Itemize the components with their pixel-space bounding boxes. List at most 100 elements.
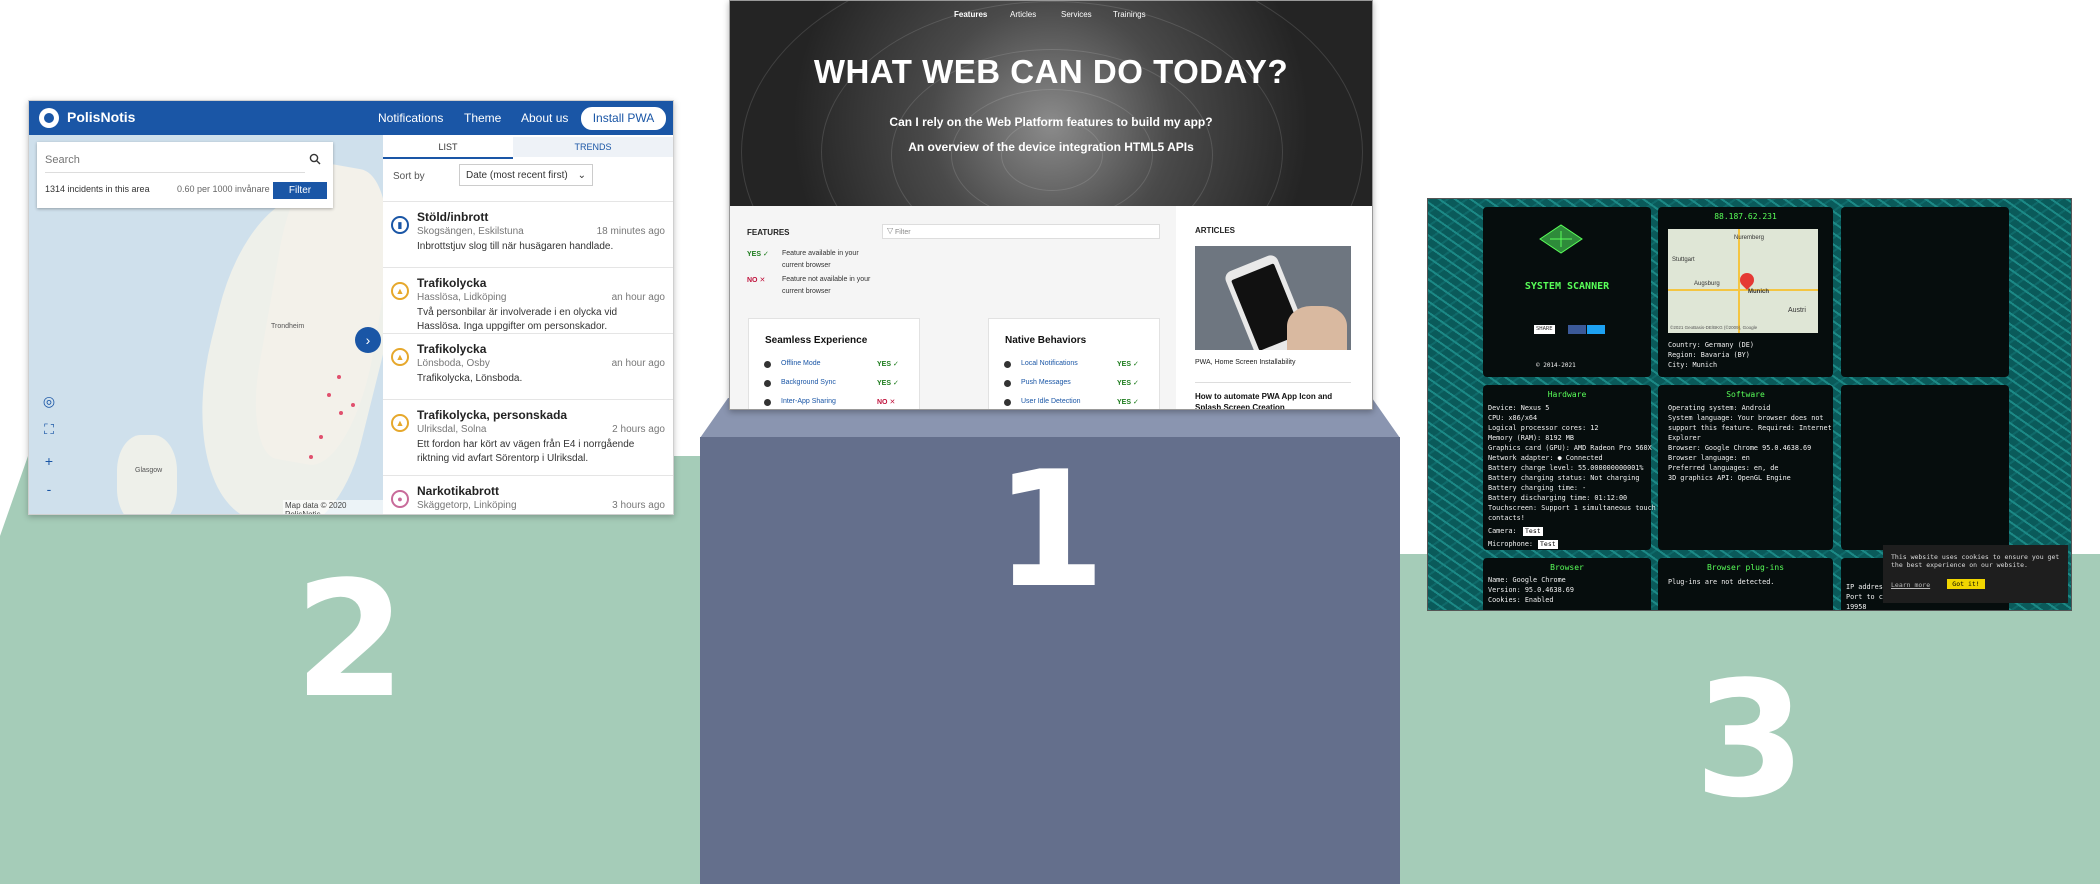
article-image[interactable]	[1195, 246, 1351, 350]
browser-line: Cookies: Enabled	[1488, 596, 1554, 604]
incident-title: Trafikolycka	[417, 342, 487, 356]
incident-description: Trafikolycka, Lönsboda.	[417, 373, 523, 384]
fullscreen-icon[interactable]: ⛶	[41, 421, 57, 437]
hand-image	[1287, 306, 1347, 350]
camera-test-button[interactable]: Test	[1523, 527, 1543, 536]
map-pin-icon	[1737, 270, 1757, 290]
hardware-line: Battery charge level: 55.000000000001%	[1488, 464, 1644, 472]
search-input[interactable]	[45, 148, 305, 173]
map-marker[interactable]	[319, 435, 323, 439]
map-marker[interactable]	[339, 411, 343, 415]
facebook-icon[interactable]	[1568, 325, 1586, 334]
map-marker[interactable]	[351, 403, 355, 407]
microphone-test-button[interactable]: Test	[1538, 540, 1558, 549]
filter-button[interactable]: Filter	[273, 182, 327, 199]
nav-notifications[interactable]: Notifications	[378, 111, 443, 125]
feature-status: YES ✓	[1117, 380, 1139, 387]
subtitle: Can I rely on the Web Platform features …	[889, 115, 1213, 129]
share-button[interactable]: SHARE	[1534, 325, 1555, 334]
sort-select[interactable]: Date (most recent first) ⌄	[459, 164, 593, 186]
feature-link[interactable]: Offline Mode	[781, 360, 821, 367]
tab-trends[interactable]: TRENDS	[513, 137, 673, 157]
hardware-line: Touchscreen: Support 1 simultaneous touc…	[1488, 504, 1656, 512]
location-region: Region: Bavaria (BY)	[1668, 351, 1750, 359]
list-item[interactable]: ▲ Trafikolycka Hasslösa, Lidköping an ho…	[383, 267, 673, 334]
software-line: 3D graphics API: OpenGL Engine	[1668, 474, 1791, 482]
map-label-glasgow: Glasgow	[135, 467, 163, 474]
nav-trainings[interactable]: Trainings	[1113, 10, 1146, 19]
feature-link[interactable]: Background Sync	[781, 379, 836, 386]
list-item[interactable]: ● Narkotikabrott Skäggetorp, Linköping 3…	[383, 475, 673, 514]
incident-description: Två personbilar är involverade i en olyc…	[417, 307, 618, 332]
nav-about[interactable]: About us	[521, 111, 568, 125]
cookie-learn-more-link[interactable]: Learn more	[1891, 581, 1930, 589]
logo-icon	[39, 108, 59, 128]
list-item[interactable]: ▮ Stöld/inbrott Skogsängen, Eskilstuna 1…	[383, 201, 673, 268]
feature-link[interactable]: Local Notifications	[1021, 360, 1078, 367]
hardware-line: contacts!	[1488, 514, 1525, 522]
wwcd-screenshot: Features Articles Services Trainings WHA…	[729, 0, 1373, 410]
incident-title: Narkotikabrott	[417, 484, 500, 498]
map-marker[interactable]	[337, 375, 341, 379]
chip-icon	[1539, 224, 1583, 254]
first-place-number: 1	[994, 436, 1106, 623]
hardware-line: Network adapter: ● Connected	[1488, 454, 1603, 462]
map-marker[interactable]	[327, 393, 331, 397]
browser-line: Version: 95.0.4638.69	[1488, 586, 1574, 594]
search-icon[interactable]	[309, 153, 321, 165]
cookie-accept-button[interactable]: Got it!	[1947, 579, 1985, 589]
software-line: Explorer	[1668, 434, 1701, 442]
zoom-in-icon[interactable]: +	[41, 453, 57, 469]
software-line: Operating system: Android	[1668, 404, 1771, 412]
tab-list[interactable]: LIST	[383, 137, 513, 159]
feature-link[interactable]: Push Messages	[1021, 379, 1071, 386]
ip-line: Port to c	[1846, 593, 1883, 601]
articles-heading: ARTICLES	[1195, 226, 1235, 235]
second-place-number: 2	[294, 546, 406, 733]
article-caption[interactable]: PWA, Home Screen Installability	[1195, 359, 1296, 366]
zoom-out-icon[interactable]: -	[41, 481, 57, 497]
burglary-icon: ▮	[391, 216, 409, 234]
map[interactable]: Trondheim Glasgow 1314 incidents in this…	[29, 135, 383, 514]
nav-theme[interactable]: Theme	[464, 111, 501, 125]
hardware-line: Device: Nexus 5	[1488, 404, 1550, 412]
nav-services[interactable]: Services	[1061, 10, 1092, 19]
hardware-line: Memory (RAM): 8192 MB	[1488, 434, 1574, 442]
twitter-icon[interactable]	[1587, 325, 1605, 334]
ip-address: 88.187.62.231	[1714, 212, 1777, 221]
software-line: Browser language: en	[1668, 454, 1750, 462]
location-city: City: Munich	[1668, 361, 1718, 369]
hardware-line: Graphics card (GPU): AMD Radeon Pro 560X	[1488, 444, 1652, 452]
warning-icon: ▲	[391, 348, 409, 366]
brand-name[interactable]: PolisNotis	[67, 109, 135, 125]
divider	[1195, 382, 1351, 383]
software-line: support this feature. Required: Internet	[1668, 424, 1832, 432]
list-item[interactable]: ▲ Trafikolycka, personskada Ulriksdal, S…	[383, 399, 673, 476]
article-title[interactable]: How to automate PWA App Icon and Splash …	[1195, 391, 1351, 409]
filter-input[interactable]: Filter	[882, 224, 1160, 239]
software-line: Preferred languages: en, de	[1668, 464, 1779, 472]
incident-title: Trafikolycka	[417, 276, 487, 290]
location-map[interactable]: Nuremberg Stuttgart Augsburg Munich Aust…	[1668, 229, 1818, 333]
install-pwa-button[interactable]: Install PWA	[581, 107, 666, 130]
legend-no-text: Feature not available in your current br…	[782, 276, 871, 295]
nav-features[interactable]: Features	[954, 10, 987, 19]
star-trail	[730, 1, 1372, 206]
feature-link[interactable]: Inter-App Sharing	[781, 398, 836, 405]
legend-yes-text: Feature available in your current browse…	[782, 250, 859, 269]
feature-link[interactable]: User Idle Detection	[1021, 398, 1081, 405]
sync-icon	[764, 380, 771, 387]
offline-icon	[764, 361, 771, 368]
ip-line: IP address	[1846, 583, 1887, 591]
list-item[interactable]: ▲ Trafikolycka Lönsboda, Osby an hour ag…	[383, 333, 673, 400]
chevron-right-icon[interactable]: ›	[355, 327, 381, 353]
browser-heading: Browser	[1550, 563, 1584, 572]
share-icon	[764, 399, 771, 406]
map-marker[interactable]	[309, 455, 313, 459]
ip-line: 19958	[1846, 603, 1867, 611]
nav-articles[interactable]: Articles	[1010, 10, 1036, 19]
locate-icon[interactable]: ◎	[41, 393, 57, 409]
hardware-line: Logical processor cores: 12	[1488, 424, 1599, 432]
incident-panel: LIST TRENDS Sort by Date (most recent fi…	[383, 135, 673, 514]
software-line: Browser: Google Chrome 95.0.4638.69	[1668, 444, 1812, 452]
